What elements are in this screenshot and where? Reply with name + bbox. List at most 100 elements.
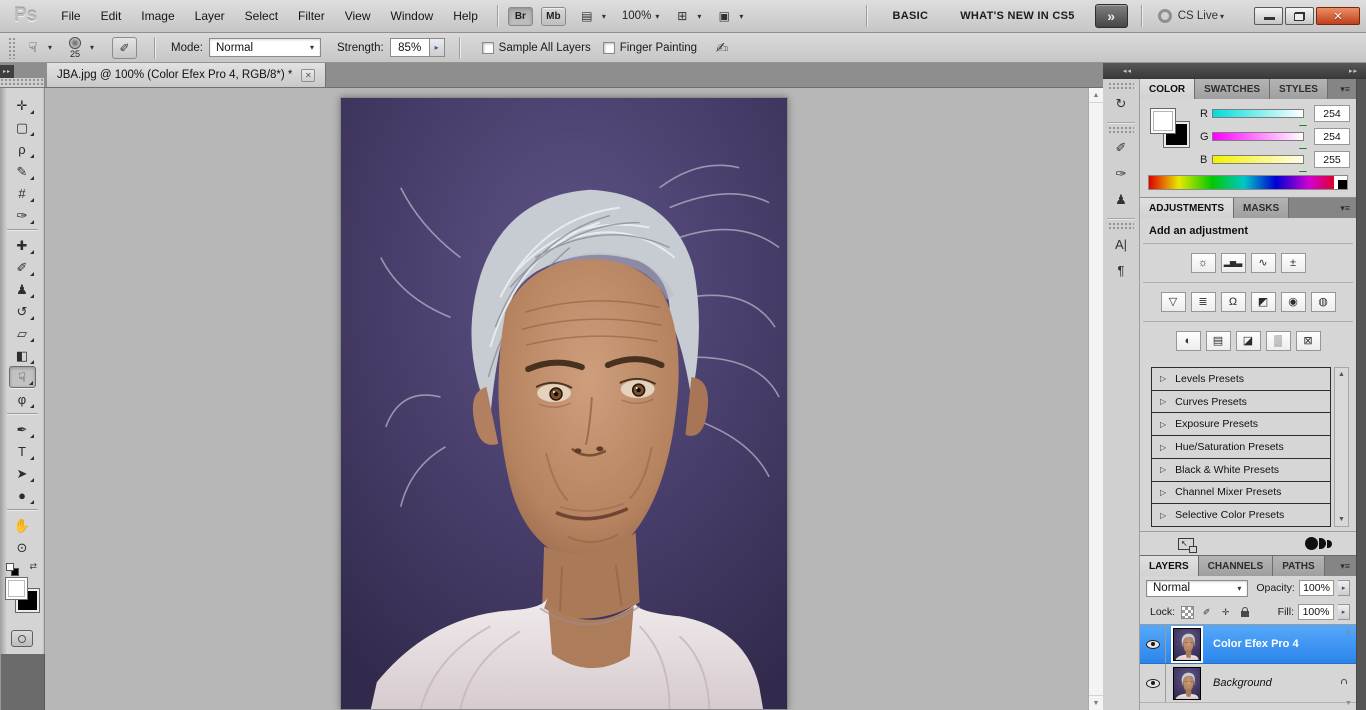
scroll-down-icon[interactable]: ▼ bbox=[1345, 700, 1352, 707]
paragraph-panel-icon[interactable]: ¶ bbox=[1107, 257, 1135, 283]
curves-presets-item[interactable]: ▷ Curves Presets bbox=[1152, 391, 1330, 414]
slider-thumb[interactable] bbox=[1299, 118, 1307, 125]
workspace-basic-button[interactable]: BASIC bbox=[893, 10, 929, 22]
layer-row-color-efex[interactable]: Color Efex Pro 4 bbox=[1140, 625, 1356, 664]
layer-thumbnail[interactable] bbox=[1166, 664, 1206, 703]
rectangular-marquee-tool[interactable]: ▢ bbox=[9, 116, 36, 138]
red-channel-slider[interactable] bbox=[1212, 109, 1307, 125]
menu-image[interactable]: Image bbox=[131, 0, 184, 33]
levels-presets-item[interactable]: ▷ Levels Presets bbox=[1152, 368, 1330, 391]
close-button[interactable]: ✕ bbox=[1316, 7, 1360, 25]
minimize-button[interactable] bbox=[1254, 7, 1283, 25]
scroll-down-icon[interactable]: ▼ bbox=[1338, 516, 1345, 523]
menu-layer[interactable]: Layer bbox=[185, 0, 235, 33]
mode-select[interactable]: Normal ▾ bbox=[209, 38, 321, 57]
eyedropper-tool[interactable]: ✑ bbox=[9, 204, 36, 226]
options-bar-grip[interactable] bbox=[8, 36, 16, 59]
hand-tool[interactable]: ✋ bbox=[9, 514, 36, 536]
panel-menu-icon[interactable]: ▾≡ bbox=[1340, 79, 1356, 99]
menu-select[interactable]: Select bbox=[235, 0, 288, 33]
foreground-color-swatch[interactable] bbox=[1150, 108, 1176, 134]
clone-source-panel-icon[interactable]: ♟ bbox=[1107, 187, 1135, 213]
presets-scrollbar[interactable]: ▲ ▼ bbox=[1334, 367, 1349, 527]
chevron-down-icon[interactable]: ▾ bbox=[655, 12, 659, 21]
invert-icon[interactable]: ◐ bbox=[1175, 331, 1201, 351]
quick-selection-tool[interactable]: ✎ bbox=[9, 160, 36, 182]
green-channel-slider[interactable] bbox=[1212, 132, 1307, 148]
expand-triangle-icon[interactable]: ▷ bbox=[1160, 397, 1166, 406]
tab-adjustments[interactable]: ADJUSTMENTS bbox=[1140, 198, 1235, 218]
layer-name[interactable]: Background bbox=[1213, 677, 1272, 689]
layer-thumbnail[interactable] bbox=[1166, 625, 1206, 664]
screen-mode-icon[interactable]: ▣ bbox=[711, 7, 737, 26]
return-to-list-icon[interactable]: ↖ bbox=[1178, 537, 1197, 553]
color-spectrum-ramp[interactable] bbox=[1148, 175, 1348, 190]
blend-mode-select[interactable]: Normal ▾ bbox=[1146, 579, 1249, 597]
fill-value[interactable]: 100% bbox=[1298, 604, 1334, 620]
sample-all-layers-checkbox[interactable] bbox=[481, 41, 494, 54]
canvas[interactable]: ▲ ▼ bbox=[45, 88, 1103, 710]
channel-mixer-presets-item[interactable]: ▷ Channel Mixer Presets bbox=[1152, 482, 1330, 505]
menu-view[interactable]: View bbox=[335, 0, 381, 33]
black-white-presets-item[interactable]: ▷ Black & White Presets bbox=[1152, 459, 1330, 482]
exposure-icon[interactable]: ± bbox=[1280, 253, 1306, 273]
slider-thumb[interactable] bbox=[1299, 141, 1307, 148]
curves-icon[interactable]: ∿ bbox=[1250, 253, 1276, 273]
panel-menu-icon[interactable]: ▾≡ bbox=[1340, 556, 1356, 576]
tab-swatches[interactable]: SWATCHES bbox=[1195, 79, 1271, 99]
green-channel-value[interactable]: 254 bbox=[1314, 128, 1350, 145]
expand-triangle-icon[interactable]: ▷ bbox=[1160, 420, 1166, 429]
history-brush-tool[interactable]: ↺ bbox=[9, 300, 36, 322]
selective-color-presets-item[interactable]: ▷ Selective Color Presets bbox=[1152, 504, 1330, 526]
chevron-down-icon[interactable]: ▾ bbox=[602, 12, 606, 21]
threshold-icon[interactable]: ◪ bbox=[1235, 331, 1261, 351]
tab-paths[interactable]: PATHS bbox=[1273, 556, 1325, 576]
brush-preset-picker[interactable]: 25 bbox=[62, 36, 88, 59]
blue-channel-value[interactable]: 255 bbox=[1314, 151, 1350, 168]
tab-color[interactable]: COLOR bbox=[1140, 79, 1196, 99]
brightness-contrast-icon[interactable]: ☼ bbox=[1190, 253, 1216, 273]
blue-channel-slider[interactable] bbox=[1212, 155, 1307, 171]
fill-slider-button[interactable]: ▸ bbox=[1338, 604, 1350, 620]
finger-painting-icon[interactable]: ✍ bbox=[709, 36, 735, 60]
hue-saturation-icon[interactable]: ≣ bbox=[1190, 292, 1216, 312]
history-panel-icon[interactable]: ↻ bbox=[1107, 91, 1135, 117]
visibility-toggle[interactable] bbox=[1140, 664, 1166, 702]
brush-panel-icon[interactable]: ✐ bbox=[1107, 135, 1135, 161]
lock-image-pixels-icon[interactable]: ✐ bbox=[1200, 606, 1213, 619]
canvas-vertical-scrollbar[interactable]: ▲ ▼ bbox=[1088, 88, 1103, 710]
collapse-tools-dock-button[interactable]: ▸▸ bbox=[0, 65, 14, 78]
chevron-down-icon[interactable]: ▾ bbox=[697, 12, 701, 21]
posterize-icon[interactable]: ▤ bbox=[1205, 331, 1231, 351]
clone-stamp-tool[interactable]: ♟ bbox=[9, 278, 36, 300]
lock-all-icon[interactable] bbox=[1238, 606, 1251, 619]
crop-tool[interactable]: # bbox=[9, 182, 36, 204]
menu-filter[interactable]: Filter bbox=[288, 0, 335, 33]
scroll-up-icon[interactable]: ▲ bbox=[1089, 88, 1103, 103]
eraser-tool[interactable]: ▱ bbox=[9, 322, 36, 344]
channel-mixer-icon[interactable]: ◍ bbox=[1310, 292, 1336, 312]
scroll-up-icon[interactable]: ▲ bbox=[1338, 371, 1345, 378]
document-tab[interactable]: JBA.jpg @ 100% (Color Efex Pro 4, RGB/8*… bbox=[47, 63, 327, 87]
workspace-whats-new-button[interactable]: WHAT'S NEW IN CS5 bbox=[960, 10, 1074, 22]
expand-triangle-icon[interactable]: ▷ bbox=[1160, 511, 1166, 520]
scroll-up-icon[interactable]: ▲ bbox=[1345, 628, 1352, 635]
type-tool[interactable]: T bbox=[9, 440, 36, 462]
tools-dock-grip[interactable] bbox=[0, 78, 44, 87]
spectrum-bw-swatches[interactable] bbox=[1334, 176, 1347, 189]
levels-icon[interactable]: ▂▅▃ bbox=[1220, 253, 1246, 273]
smudge-tool-preset-icon[interactable]: ☟ bbox=[20, 36, 46, 60]
expand-panels-button[interactable]: ◂◂ bbox=[1123, 67, 1132, 75]
strength-input[interactable]: 85% bbox=[389, 38, 430, 57]
collapse-dock-button[interactable]: ▸▸ bbox=[1349, 67, 1358, 75]
red-channel-value[interactable]: 254 bbox=[1314, 105, 1350, 122]
visibility-toggle[interactable] bbox=[1140, 625, 1166, 663]
sample-all-layers-label[interactable]: Sample All Layers bbox=[499, 42, 591, 54]
document-image[interactable] bbox=[340, 97, 788, 710]
lock-position-icon[interactable]: ✛ bbox=[1219, 606, 1232, 619]
restore-button[interactable] bbox=[1285, 7, 1314, 25]
move-tool[interactable]: ✛ bbox=[9, 94, 36, 116]
cs-live-button[interactable]: CS Live ▾ bbox=[1157, 9, 1234, 23]
color-balance-icon[interactable]: Ω bbox=[1220, 292, 1246, 312]
paint-bucket-tool[interactable]: ◧ bbox=[9, 344, 36, 366]
